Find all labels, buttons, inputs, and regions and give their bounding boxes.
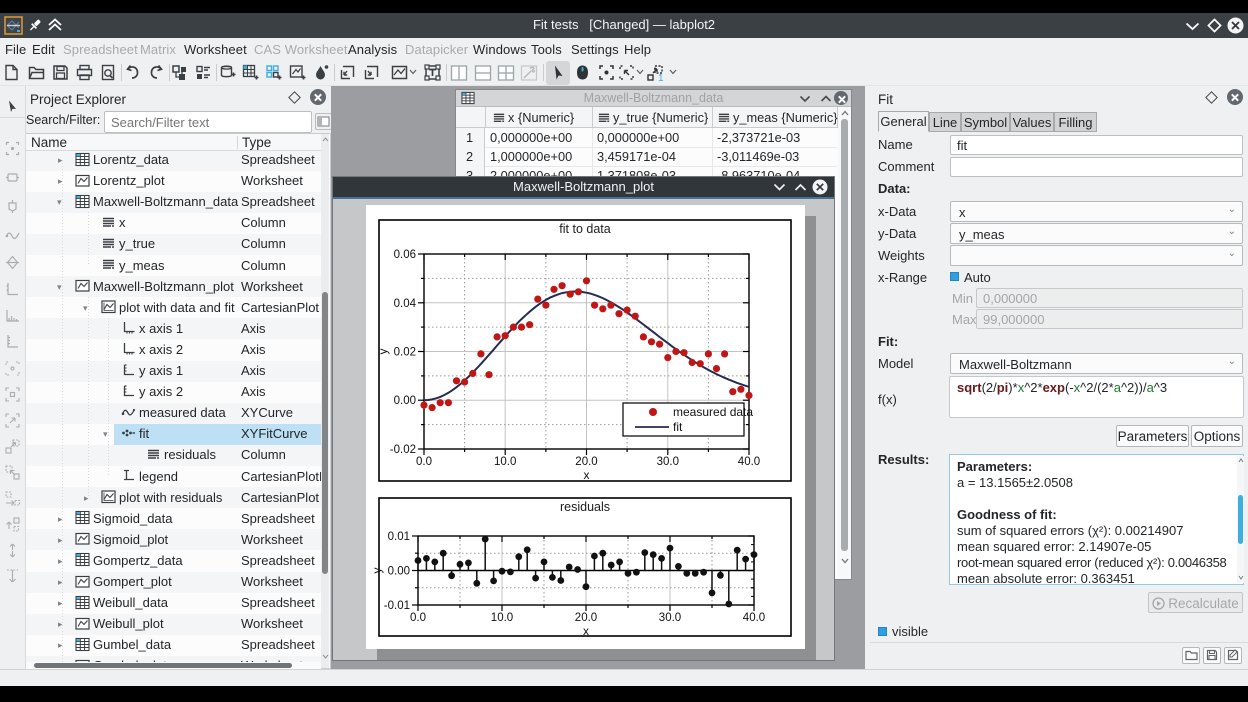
- svg-text:-0.01: -0.01: [384, 600, 410, 612]
- svg-text:30.0: 30.0: [657, 456, 679, 468]
- svg-text:40.0: 40.0: [743, 612, 765, 624]
- svg-text:0.04: 0.04: [394, 298, 417, 310]
- svg-text:fit to data: fit to data: [559, 222, 610, 236]
- svg-text:0.06: 0.06: [394, 249, 416, 261]
- svg-text:0.0: 0.0: [410, 612, 426, 624]
- svg-text:0.01: 0.01: [388, 531, 410, 543]
- svg-text:x: x: [584, 468, 590, 482]
- svg-text:0.00: 0.00: [388, 566, 410, 578]
- svg-text:residuals: residuals: [560, 500, 610, 514]
- svg-text:20.0: 20.0: [575, 456, 597, 468]
- svg-text:fit: fit: [673, 420, 683, 434]
- svg-text:y: y: [370, 568, 384, 574]
- svg-text:measured data: measured data: [673, 405, 753, 419]
- svg-text:1: 1: [658, 73, 664, 83]
- svg-text:x: x: [583, 624, 589, 638]
- svg-text:0.00: 0.00: [394, 395, 416, 407]
- svg-text:-0.02: -0.02: [390, 444, 416, 456]
- svg-text:0.0: 0.0: [416, 456, 432, 468]
- svg-text:10.0: 10.0: [491, 612, 513, 624]
- svg-text:40.0: 40.0: [738, 456, 760, 468]
- svg-text:10.0: 10.0: [494, 456, 516, 468]
- svg-text:20.0: 20.0: [575, 612, 597, 624]
- svg-text:y: y: [376, 349, 390, 355]
- svg-text:30.0: 30.0: [659, 612, 681, 624]
- svg-text:0.02: 0.02: [394, 347, 416, 359]
